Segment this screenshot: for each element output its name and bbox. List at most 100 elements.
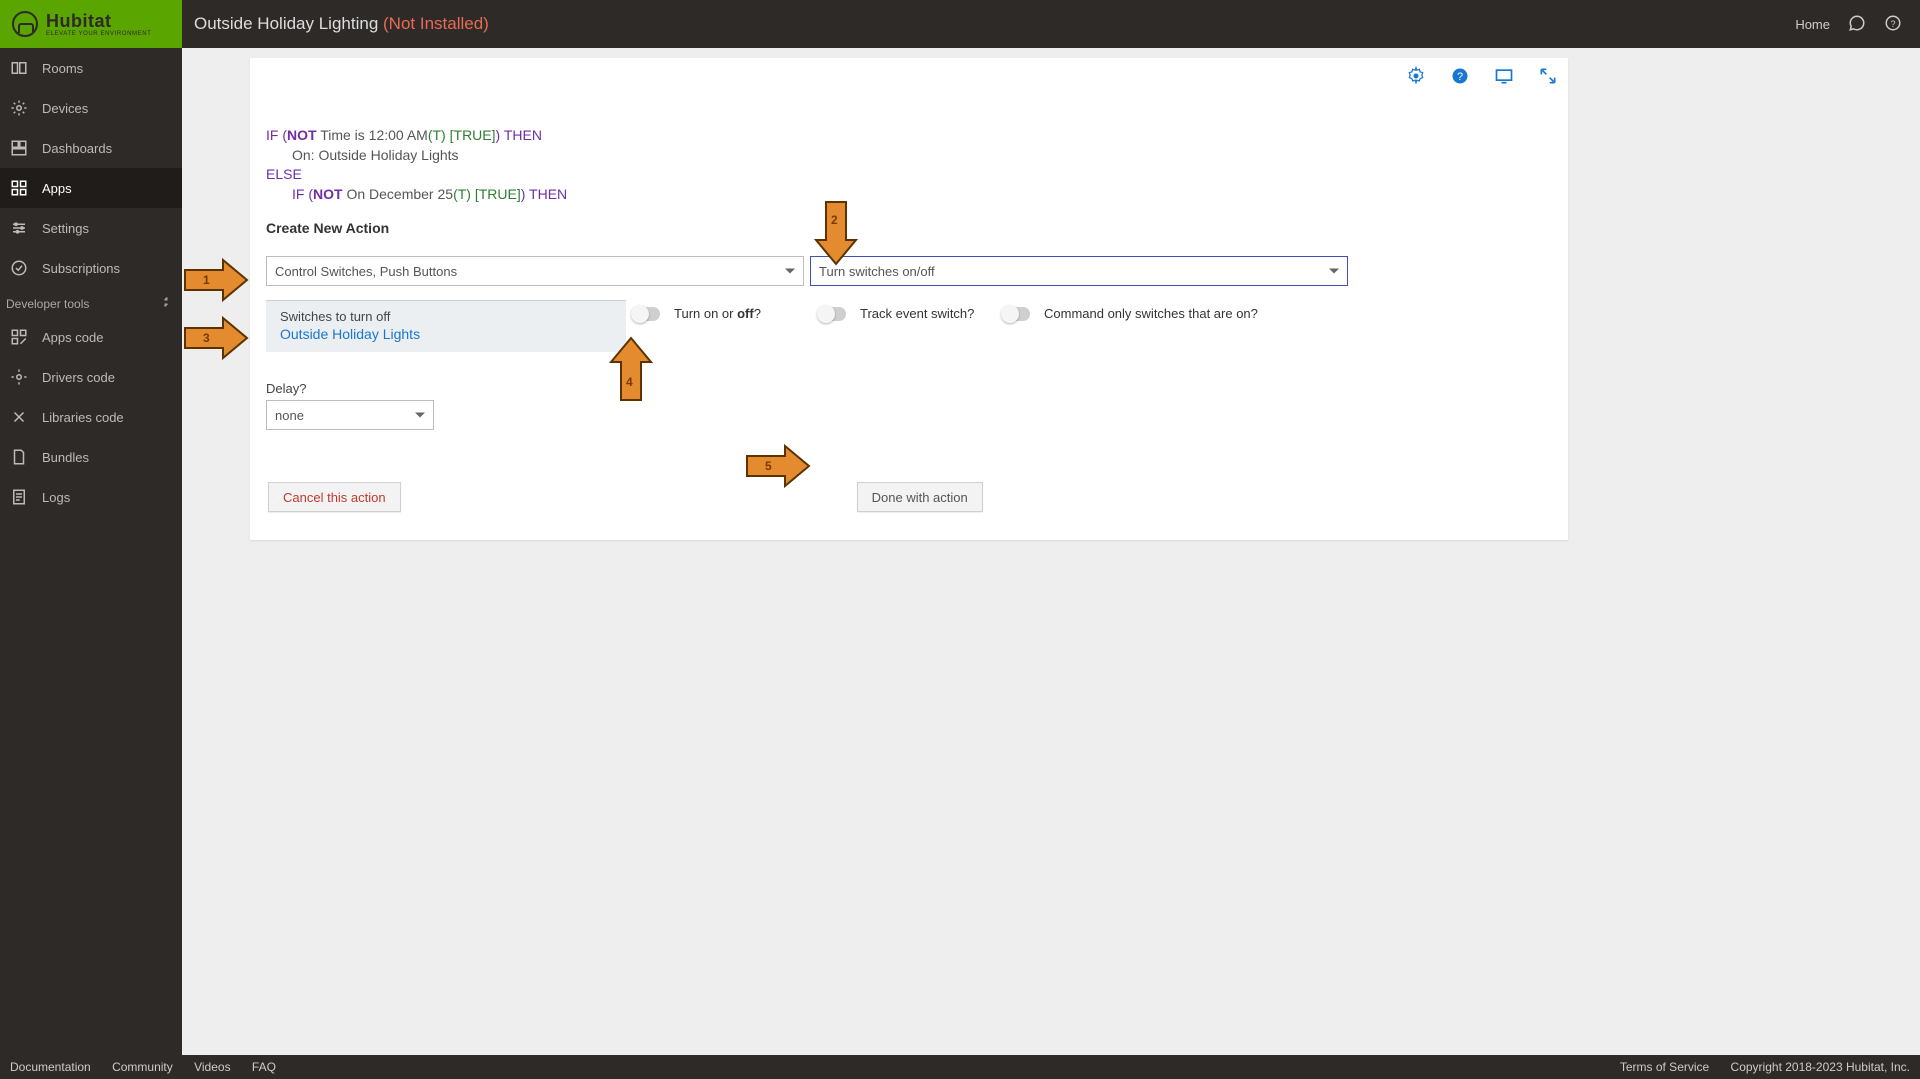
footer-faq-link[interactable]: FAQ: [252, 1060, 276, 1074]
rule-true2: [TRUE]: [471, 186, 521, 202]
sidebar-item-dashboards[interactable]: Dashboards: [0, 128, 182, 168]
librariescode-icon: [10, 408, 28, 426]
rooms-icon: [10, 59, 28, 77]
action-type-select[interactable]: Turn switches on/off: [810, 256, 1348, 286]
svg-text:5: 5: [765, 459, 772, 473]
sidebar-item-devices[interactable]: Devices: [0, 88, 182, 128]
delay-label: Delay?: [266, 381, 1552, 396]
rule-text: IF (NOT Time is 12:00 AM(T) [TRUE]) THEN…: [266, 126, 1552, 204]
rule-else: ELSE: [266, 165, 1552, 185]
devices-icon: [10, 99, 28, 117]
rule-not: NOT: [287, 127, 317, 143]
track-event-label: Track event switch?: [860, 306, 974, 321]
footer-tos-link[interactable]: Terms of Service: [1620, 1060, 1709, 1074]
sidebar-item-drivers-code[interactable]: Drivers code: [0, 357, 182, 397]
expand-icon[interactable]: [1538, 66, 1558, 91]
topbar: Hubitat ELEVATE YOUR ENVIRONMENT Outside…: [0, 0, 1920, 48]
sidebar-item-libraries-code[interactable]: Libraries code: [0, 397, 182, 437]
install-status: (Not Installed): [383, 14, 489, 33]
sidebar-item-label: Bundles: [42, 450, 89, 465]
rule-if: IF (: [266, 127, 287, 143]
appscode-icon: [10, 328, 28, 346]
display-icon[interactable]: [1494, 66, 1514, 91]
caret-down-icon: [1329, 269, 1339, 274]
sidebar-item-label: Drivers code: [42, 370, 115, 385]
footer-community-link[interactable]: Community: [112, 1060, 173, 1074]
turn-on-off-pre: Turn on or: [674, 306, 737, 321]
switches-to-turn-off-card[interactable]: Switches to turn off Outside Holiday Lig…: [266, 300, 626, 352]
caret-down-icon: [785, 269, 795, 274]
sidebar-item-settings[interactable]: Settings: [0, 208, 182, 248]
rule-t2: (T): [453, 186, 471, 202]
command-only-label: Command only switches that are on?: [1044, 306, 1258, 321]
delay-value: none: [275, 408, 304, 423]
caret-down-icon: [415, 413, 425, 418]
tutorial-arrow-3: 3: [183, 316, 249, 360]
dashboards-icon: [10, 139, 28, 157]
rule-if2: IF (: [292, 186, 313, 202]
page-title: Outside Holiday Lighting (Not Installed): [194, 14, 489, 34]
sidebar-item-rooms[interactable]: Rooms: [0, 48, 182, 88]
help-icon[interactable]: ?: [1884, 14, 1902, 35]
help-circle-icon[interactable]: ?: [1450, 66, 1470, 91]
brand-name: Hubitat: [46, 12, 151, 30]
home-link[interactable]: Home: [1795, 17, 1830, 32]
footer-documentation-link[interactable]: Documentation: [10, 1060, 91, 1074]
sidebar-item-label: Libraries code: [42, 410, 124, 425]
collapse-icon: [160, 296, 172, 311]
rule-not2: NOT: [313, 186, 343, 202]
logs-icon: [10, 488, 28, 506]
sidebar-item-label: Apps code: [42, 330, 103, 345]
driverscode-icon: [10, 368, 28, 386]
track-event-toggle[interactable]: [818, 307, 846, 321]
switches-card-label: Switches to turn off: [280, 309, 612, 324]
turn-on-off-suf: ?: [754, 306, 761, 321]
action-type-value: Turn switches on/off: [819, 264, 935, 279]
done-with-action-button[interactable]: Done with action: [857, 482, 983, 512]
rule-card: ? IF (NOT Time is 12:00 AM(T) [TRUE]) TH…: [250, 58, 1568, 540]
sidebar-item-subscriptions[interactable]: Subscriptions: [0, 248, 182, 288]
action-category-value: Control Switches, Push Buttons: [275, 264, 457, 279]
turn-on-off-bold: off: [737, 306, 754, 321]
logo-mark-icon: [12, 11, 38, 37]
footer-videos-link[interactable]: Videos: [194, 1060, 230, 1074]
turn-on-off-toggle[interactable]: [632, 307, 660, 321]
developer-tools-header[interactable]: Developer tools: [0, 288, 182, 317]
footer-copyright: Copyright 2018-2023 Hubitat, Inc.: [1731, 1060, 1910, 1074]
gear-icon[interactable]: [1406, 66, 1426, 91]
rule-action-1: On: Outside Holiday Lights: [266, 146, 1552, 166]
sidebar-item-logs[interactable]: Logs: [0, 477, 182, 517]
svg-text:3: 3: [203, 331, 210, 345]
sidebar-item-bundles[interactable]: Bundles: [0, 437, 182, 477]
svg-text:?: ?: [1890, 18, 1895, 28]
sidebar-item-apps-code[interactable]: Apps code: [0, 317, 182, 357]
turn-on-off-label: Turn on or off?: [674, 306, 761, 321]
sidebar-item-label: Apps: [42, 181, 72, 196]
sidebar-item-apps[interactable]: Apps: [0, 168, 182, 208]
cancel-action-button[interactable]: Cancel this action: [268, 482, 401, 512]
delay-select[interactable]: none: [266, 400, 434, 430]
rule-cond: Time is 12:00 AM: [317, 127, 428, 143]
apps-icon: [10, 179, 28, 197]
sidebar-item-label: Logs: [42, 490, 70, 505]
svg-text:?: ?: [1457, 71, 1463, 83]
sidebar: Rooms Devices Dashboards Apps Settings S…: [0, 48, 182, 1055]
sidebar-item-label: Dashboards: [42, 141, 112, 156]
rule-true: [TRUE]: [446, 127, 496, 143]
tutorial-arrow-1: 1: [183, 258, 249, 302]
page-title-text: Outside Holiday Lighting: [194, 14, 378, 33]
sidebar-item-label: Subscriptions: [42, 261, 120, 276]
subscriptions-icon: [10, 259, 28, 277]
rule-then2: ) THEN: [521, 186, 567, 202]
main-panel: ? IF (NOT Time is 12:00 AM(T) [TRUE]) TH…: [182, 48, 1920, 1055]
sidebar-item-label: Devices: [42, 101, 88, 116]
rule-cond2: On December 25: [343, 186, 454, 202]
brand-tagline: ELEVATE YOUR ENVIRONMENT: [46, 31, 151, 37]
svg-text:1: 1: [203, 273, 210, 287]
rule-t: (T): [428, 127, 446, 143]
logo[interactable]: Hubitat ELEVATE YOUR ENVIRONMENT: [0, 0, 182, 48]
chat-icon[interactable]: [1848, 14, 1866, 35]
action-category-select[interactable]: Control Switches, Push Buttons: [266, 256, 804, 286]
command-only-toggle[interactable]: [1002, 307, 1030, 321]
create-new-action-title: Create New Action: [266, 220, 1552, 236]
